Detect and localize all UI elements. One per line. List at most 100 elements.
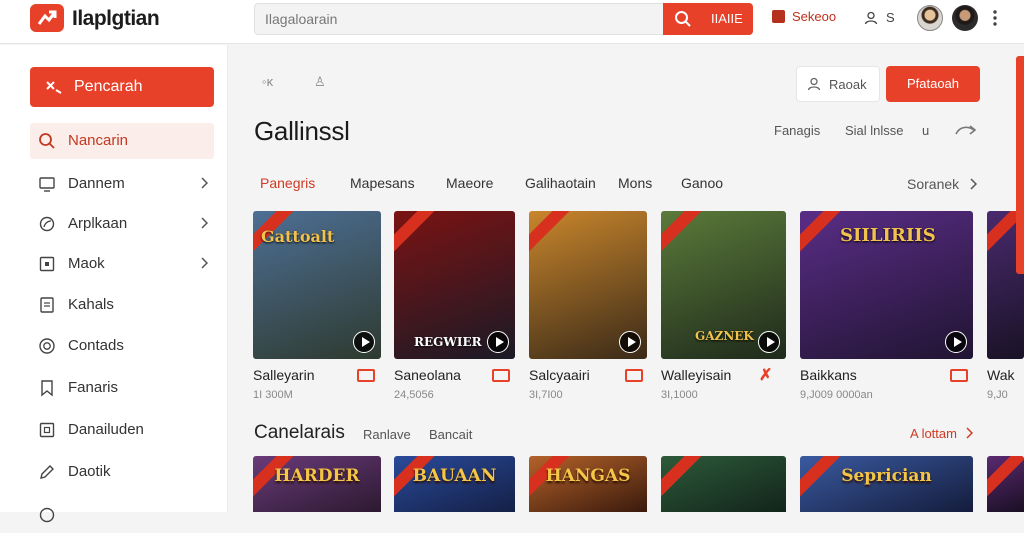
sidebar-item-fanaris[interactable]: Fanaris	[30, 370, 214, 406]
section-title: Canelarais	[254, 422, 345, 443]
primary-cta-button[interactable]: Pencarah	[30, 67, 214, 107]
sidebar-item-more[interactable]	[30, 497, 214, 533]
sidebar-item-danailuden[interactable]: Danailuden	[30, 412, 214, 448]
tab-panegris[interactable]: Panegris	[260, 175, 315, 191]
tab-galihaotain[interactable]: Galihaotain	[525, 175, 596, 191]
more-vertical-icon[interactable]	[992, 9, 998, 27]
header-link-u[interactable]: u	[922, 123, 929, 138]
game-card[interactable]: HARDER	[253, 456, 381, 512]
avatar[interactable]	[917, 5, 943, 31]
play-icon[interactable]	[945, 331, 967, 353]
play-icon[interactable]	[619, 331, 641, 353]
header-link-fanagis[interactable]: Fanagis	[774, 123, 820, 138]
sidebar-item-daotik[interactable]: Daotik	[30, 454, 214, 490]
search-input[interactable]	[254, 3, 666, 35]
section-link-ranlave[interactable]: Ranlave	[363, 427, 411, 442]
outline-button-label: Raoak	[829, 77, 867, 92]
tab-maeore[interactable]: Maeore	[446, 175, 493, 191]
scrollbar[interactable]	[1016, 56, 1024, 274]
user-icon	[864, 11, 878, 25]
game-name[interactable]: Saneolana	[394, 367, 461, 383]
pencil-icon	[40, 465, 54, 479]
circle-icon	[39, 338, 55, 354]
sidebar-item-label: Dannem	[68, 175, 125, 192]
play-icon[interactable]	[487, 331, 509, 353]
play-icon[interactable]	[353, 331, 375, 353]
toolbar-icon-right[interactable]: ♙	[314, 74, 326, 90]
user-icon	[807, 77, 821, 91]
app-logo[interactable]	[30, 4, 64, 32]
sidebar-item-kahals[interactable]: Kahals	[30, 287, 214, 323]
square-icon	[39, 256, 55, 272]
game-card[interactable]: HANGAS	[529, 456, 647, 512]
search-button[interactable]: IIAIIE	[663, 3, 753, 35]
game-thumbnail[interactable]: GAZNEK	[661, 211, 786, 359]
ribbon-badge	[800, 211, 843, 254]
game-name[interactable]: Salleyarin	[253, 367, 314, 383]
sidebar-item-dannem[interactable]: Dannem	[30, 166, 214, 202]
section-link-bancait[interactable]: Bancait	[429, 427, 472, 442]
game-meta: 1I 300M	[253, 389, 293, 401]
document-icon	[40, 297, 54, 313]
sidebar: Pencarah Nancarin Dannem Arplkaan Maok K…	[0, 45, 228, 523]
bookmark-icon	[41, 380, 53, 397]
app-title: Ilaplgtian	[72, 7, 160, 30]
ribbon-badge	[661, 456, 704, 499]
game-thumbnail[interactable]: Gattoalt	[253, 211, 381, 359]
game-card[interactable]	[987, 456, 1024, 512]
tabs-more-link[interactable]: Soranek	[907, 176, 978, 192]
play-icon[interactable]	[758, 331, 780, 353]
monitor-icon	[39, 177, 55, 192]
header-link-sial[interactable]: Sial lnlsse	[845, 123, 904, 138]
tab-mons[interactable]: Mons	[618, 175, 652, 191]
game-name[interactable]: Salcyaairi	[529, 367, 590, 383]
tag-icon[interactable]	[950, 369, 968, 382]
game-thumbnail-title: Seprician	[841, 466, 932, 486]
game-name[interactable]: Wak	[987, 367, 1024, 383]
favorite-icon[interactable]: ✗	[759, 365, 772, 385]
game-thumbnail[interactable]	[529, 211, 647, 359]
tag-icon[interactable]	[625, 369, 643, 382]
game-name[interactable]: Baikkans	[800, 367, 857, 383]
game-card[interactable]	[661, 456, 786, 512]
sidebar-item-label: Nancarin	[68, 132, 129, 149]
ribbon-badge	[987, 456, 1024, 499]
share-icon[interactable]	[954, 122, 978, 138]
outline-button[interactable]: Raoak	[796, 66, 880, 102]
sidebar-item-maok[interactable]: Maok	[30, 246, 214, 282]
game-thumbnail-subtitle: REGWIER	[414, 335, 482, 349]
game-meta: 9,J009 0000an	[800, 389, 873, 401]
sidebar-item-contads[interactable]: Contads	[30, 328, 214, 364]
game-thumbnail[interactable]: SIILIRIIS	[800, 211, 973, 359]
ribbon-badge	[394, 211, 437, 254]
tab-mapesans[interactable]: Mapesans	[350, 175, 415, 191]
game-card[interactable]: BAUAAN	[394, 456, 515, 512]
chevron-right-icon	[966, 427, 973, 439]
game-thumbnail[interactable]: REGWIER	[394, 211, 515, 359]
toolbar-icon-left[interactable]: ◦ĸ	[262, 74, 273, 89]
tag-icon[interactable]	[492, 369, 510, 382]
ribbon-badge	[529, 211, 572, 254]
cta-label: Pencarah	[74, 78, 143, 95]
game-name[interactable]: Walleyisain	[661, 367, 731, 383]
game-meta: 3I,7I00	[529, 389, 563, 401]
tab-ganoo[interactable]: Ganoo	[681, 175, 723, 191]
game-meta: 3I,1000	[661, 389, 698, 401]
sidebar-item-arplkaan[interactable]: Arplkaan	[30, 206, 214, 242]
chevron-right-icon	[970, 178, 978, 190]
sidebar-item-label: Daotik	[68, 463, 111, 480]
game-card[interactable]: Seprician	[800, 456, 973, 512]
avatar-secondary[interactable]	[952, 5, 978, 31]
game-thumbnail-title: HANGAS	[545, 466, 631, 486]
brand-link-label: Sekeoo	[792, 9, 837, 24]
brand-icon	[772, 10, 785, 23]
section-see-all-link[interactable]: A lottam	[910, 426, 973, 441]
shuffle-icon	[46, 81, 62, 94]
game-meta: 9,J0	[987, 389, 1008, 401]
game-meta: 24,5056	[394, 389, 434, 401]
tag-icon[interactable]	[357, 369, 375, 382]
chevron-right-icon	[201, 177, 208, 189]
sidebar-item-search[interactable]: Nancarin	[30, 123, 214, 159]
primary-button[interactable]: Pfataoah	[886, 66, 980, 102]
tabs-more-label: Soranek	[907, 176, 960, 192]
